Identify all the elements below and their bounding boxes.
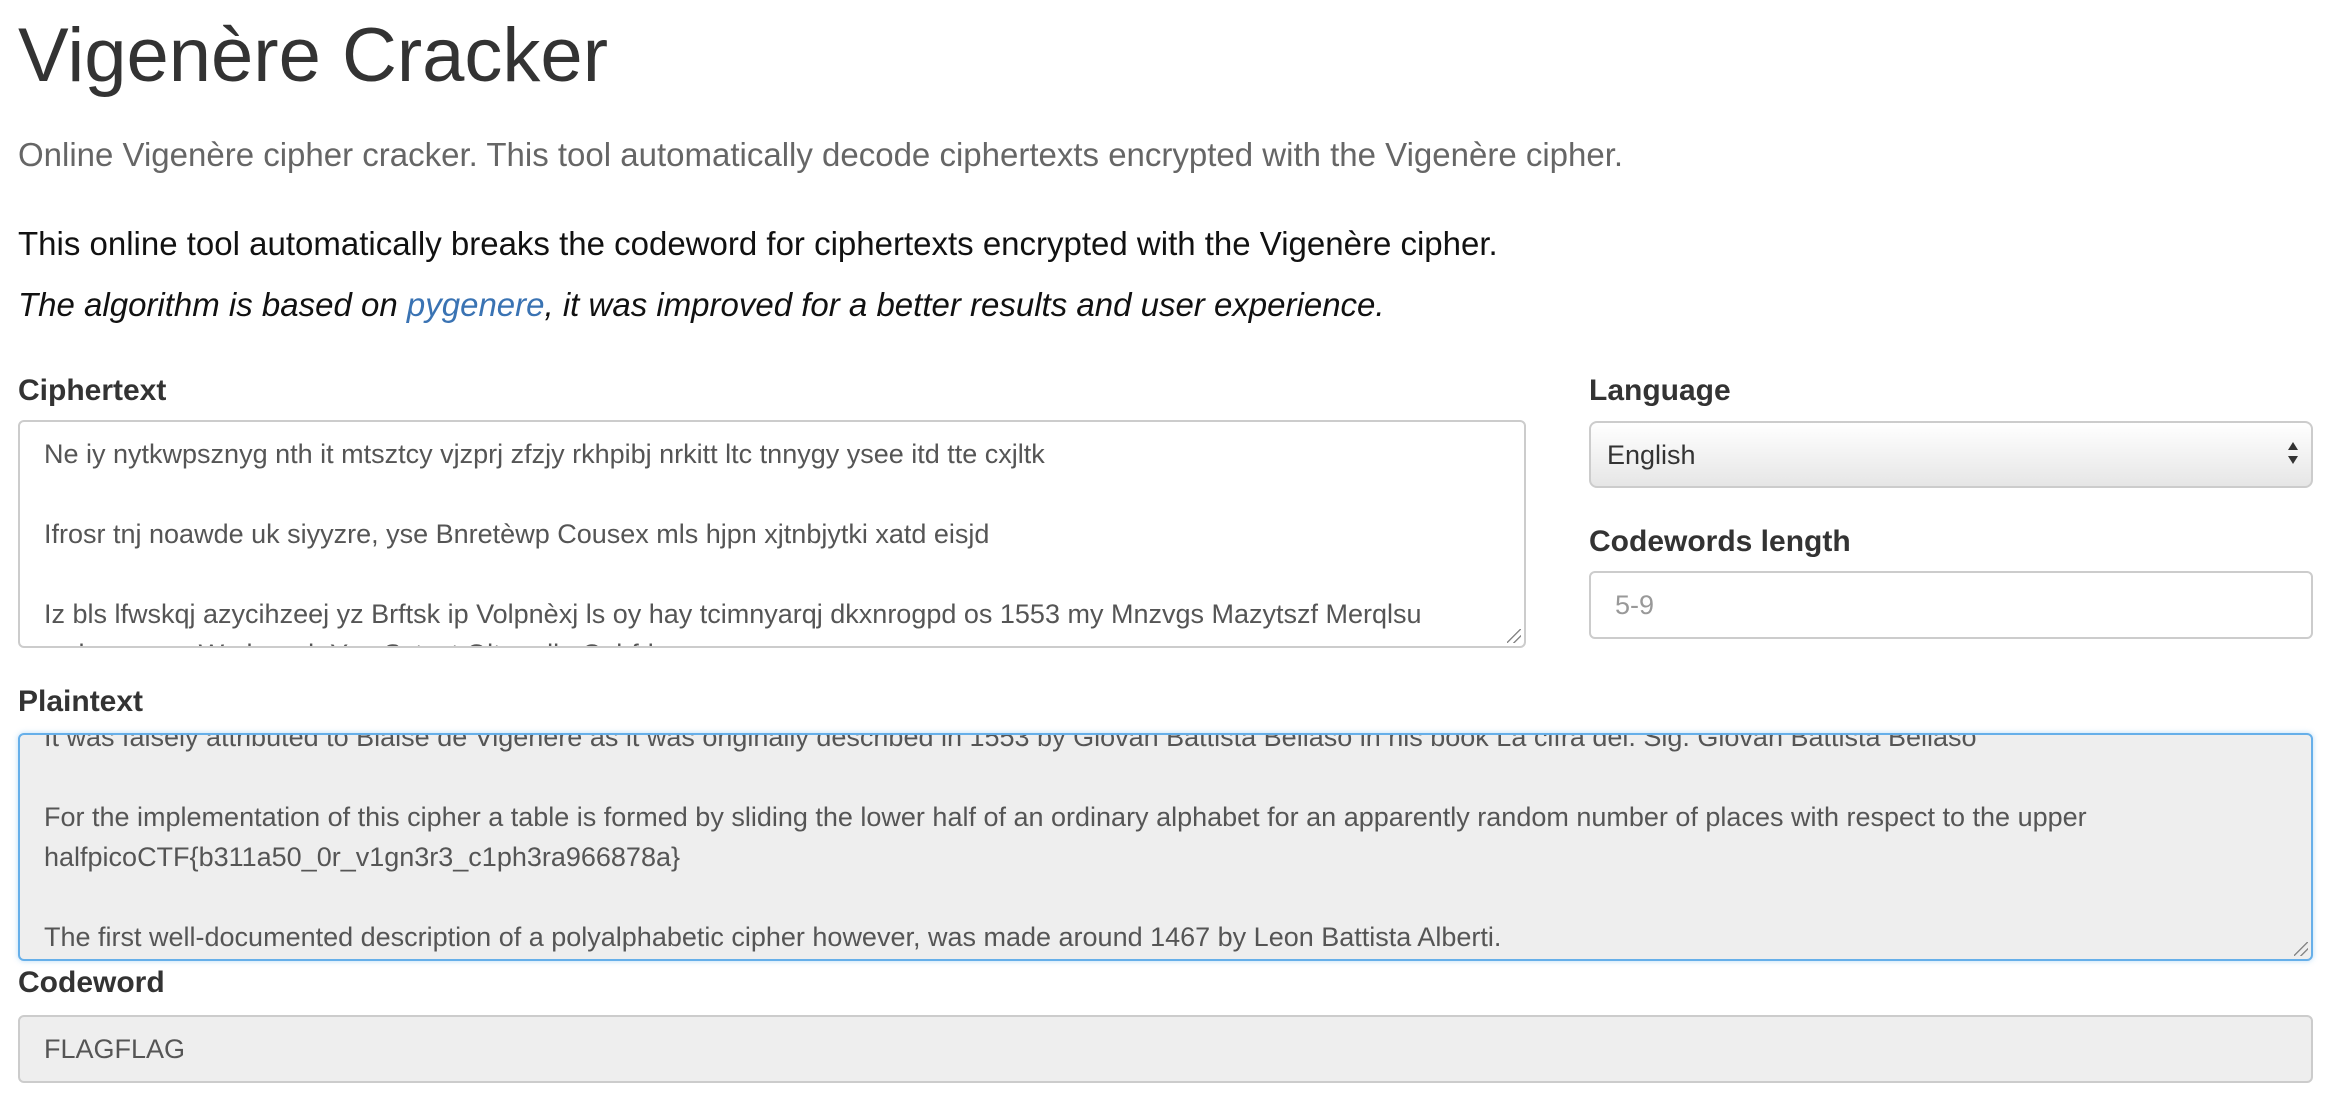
intro-text: This online tool automatically breaks th… <box>18 225 1498 262</box>
pygenere-link[interactable]: pygenere <box>407 286 545 323</box>
plaintext-line <box>44 877 2287 917</box>
codewords-length-placeholder: 5-9 <box>1615 590 1655 620</box>
ciphertext-line <box>44 474 1500 514</box>
plaintext-line: The first well-documented description of… <box>44 922 1502 952</box>
algorithm-note-suffix: , it was improved for a better results a… <box>544 286 1385 323</box>
resize-handle[interactable] <box>2294 942 2308 956</box>
plaintext-line: For the implementation of this cipher a … <box>44 802 2087 832</box>
language-label: Language <box>1589 374 1731 407</box>
ciphertext-label: Ciphertext <box>18 374 167 407</box>
algorithm-note-prefix: The algorithm is based on <box>18 286 407 323</box>
page-title: Vigenère Cracker <box>18 13 609 98</box>
ciphertext-line: Ne iy nytkwpsznyg nth it mtsztcy vjzprj … <box>44 439 1045 469</box>
plaintext-label: Plaintext <box>18 685 144 718</box>
page: Vigenère Cracker Online Vigenère cipher … <box>0 0 2338 1120</box>
algorithm-note: The algorithm is based on pygenere, it w… <box>18 283 1385 327</box>
language-select[interactable]: English <box>1589 421 2313 488</box>
plaintext-textarea[interactable]: It was falsely attributed to Blaise de V… <box>18 733 2313 961</box>
plaintext-content: It was falsely attributed to Blaise de V… <box>44 733 2287 957</box>
ciphertext-line: Iz bls lfwskqj azycihzeej yz Brftsk ip V… <box>44 599 1422 629</box>
codeword-label: Codeword <box>18 966 165 999</box>
ciphertext-content: Ne iy nytkwpsznyg nth it mtsztcy vjzprj … <box>44 434 1500 646</box>
codewords-length-label: Codewords length <box>1589 525 1851 558</box>
codewords-length-input[interactable]: 5-9 <box>1589 571 2313 639</box>
page-subtitle: Online Vigenère cipher cracker. This too… <box>18 136 1624 173</box>
ciphertext-textarea[interactable]: Ne iy nytkwpsznyg nth it mtsztcy vjzprj … <box>18 420 1526 648</box>
codeword-value: FLAGFLAG <box>44 1034 186 1064</box>
select-arrows-icon <box>2288 442 2298 464</box>
codeword-output[interactable]: FLAGFLAG <box>18 1015 2313 1083</box>
language-selected-value: English <box>1607 440 1696 470</box>
resize-handle[interactable] <box>1507 629 1521 643</box>
plaintext-line <box>44 757 2287 797</box>
plaintext-line: It was falsely attributed to Blaise de V… <box>44 733 1977 752</box>
ciphertext-line: uwbwpsapw Wvdvznylr Ypa Sytsut Oltzwcllu… <box>44 634 1500 646</box>
plaintext-line: halfpicoCTF{b311a50_0r_v1gn3r3_c1ph3ra96… <box>44 842 681 872</box>
ciphertext-line: Ifrosr tnj noawde uk siyyzre, yse Bnretè… <box>44 519 990 549</box>
ciphertext-line <box>44 554 1500 594</box>
